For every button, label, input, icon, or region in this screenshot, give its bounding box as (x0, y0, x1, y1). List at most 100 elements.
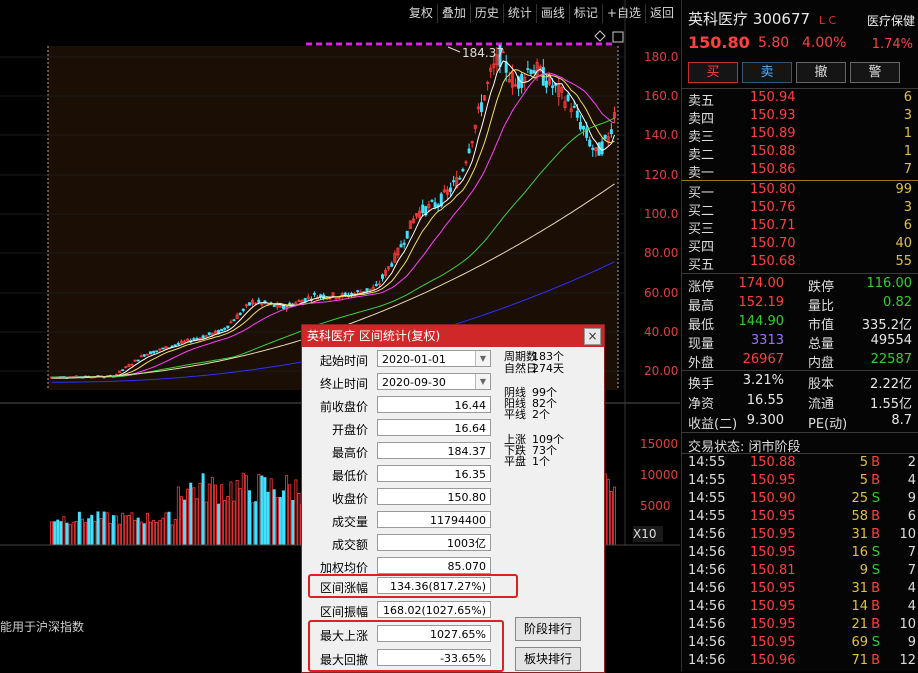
candle-body (433, 202, 437, 208)
volume-bar (152, 519, 156, 546)
stat-row: 平盘 1个 (504, 456, 550, 467)
field-value-text: 168.02(1027.65%) (382, 604, 486, 617)
candle-body (207, 332, 211, 336)
tick-price: 150.90 (750, 491, 796, 506)
volume-bar (62, 516, 66, 546)
volume-bar (220, 484, 224, 546)
ask-price: 150.86 (750, 162, 796, 177)
volume-bar (59, 521, 63, 546)
ask-label: 卖一 (688, 166, 715, 181)
tick-time: 14:55 (688, 509, 726, 524)
buy-button[interactable]: 买 (688, 62, 738, 83)
tick-price: 150.95 (750, 527, 796, 542)
ask-row[interactable]: 卖一 150.86 7 (688, 162, 912, 181)
ask-price: 150.89 (750, 126, 796, 141)
ask-row[interactable]: 卖四 150.93 3 (688, 108, 912, 127)
candle-body (578, 122, 582, 130)
price-change-pct: 4.00% (802, 35, 847, 51)
cancel-order-button[interactable]: 撤 (796, 62, 846, 83)
volume-axis-label: 15000 (640, 437, 679, 451)
candle-body (136, 359, 140, 362)
bid-row[interactable]: 买四 150.70 40 (688, 236, 912, 255)
field-label: 收盘价 (331, 492, 368, 506)
volume-bar (226, 495, 230, 546)
tick-row: 14:56 150.95 69 S 9 (688, 635, 916, 653)
trade-state: 交易状态: 闭市阶段 (688, 440, 801, 455)
quote-label: 量比 (808, 299, 835, 314)
candle-body (356, 290, 360, 293)
tick-time: 14:56 (688, 599, 726, 614)
tick-row: 14:56 150.81 9 S 7 (688, 563, 916, 581)
chevron-down-icon[interactable]: ▼ (475, 374, 490, 389)
volume-bar (612, 486, 616, 546)
volume-axis-label: 5000 (640, 499, 671, 513)
range-handle-diamond (594, 30, 606, 42)
ask-label: 卖四 (688, 112, 715, 127)
tick-count: 6 (907, 509, 916, 524)
chevron-down-icon[interactable]: ▼ (475, 351, 490, 366)
sector-ranking-button[interactable]: 板块排行 (515, 647, 581, 671)
field-value: 16.64 (377, 419, 491, 436)
quote-value: 1.55亿 (870, 397, 912, 412)
alert-button[interactable]: 警 (850, 62, 900, 83)
tick-price: 150.95 (750, 581, 796, 596)
sector-label[interactable]: 医疗保健 (867, 12, 915, 29)
volume-bar (155, 521, 159, 546)
tick-side: S (871, 563, 880, 578)
field-value-text: 1003亿 (447, 537, 486, 550)
candle-body (201, 335, 205, 339)
quote-label: 最高 (688, 299, 715, 314)
ask-row[interactable]: 卖五 150.94 6 (688, 90, 912, 109)
candle-body (430, 200, 434, 202)
volume-bar (238, 488, 242, 546)
candle-body (343, 292, 347, 295)
volume-bar (121, 512, 125, 546)
volume-bar (111, 515, 115, 546)
candle-body (195, 338, 199, 340)
price-axis-label: 140.0 (644, 128, 679, 142)
stock-flag: L C (818, 14, 837, 27)
bid-price: 150.71 (750, 218, 796, 233)
bid-row[interactable]: 买二 150.76 3 (688, 200, 912, 219)
volume-bar (108, 523, 112, 546)
dialog-title-bar[interactable]: 英科医疗 区间统计(复权) × (302, 325, 604, 347)
bid-label: 买一 (688, 186, 715, 201)
bid-row[interactable]: 买五 150.68 55 (688, 254, 912, 273)
date-picker[interactable]: 2020-01-01 ▼ (377, 350, 491, 367)
bid-row[interactable]: 买三 150.71 6 (688, 218, 912, 237)
volume-bar (217, 503, 221, 546)
bid-row[interactable]: 买一 150.80 99 (688, 182, 912, 201)
ask-label: 卖二 (688, 148, 715, 163)
field-value-text: 2020-09-30 (382, 376, 446, 389)
ask-volume: 7 (903, 162, 912, 177)
volume-multiplier-label[interactable]: X10 (633, 526, 663, 542)
volume-bar (170, 524, 174, 546)
candle-body (544, 80, 548, 88)
volume-bar (161, 517, 165, 546)
tick-price: 150.88 (750, 455, 796, 470)
ask-row[interactable]: 卖二 150.88 1 (688, 144, 912, 163)
field-value-text: 2020-01-01 (382, 353, 446, 366)
candle-body (458, 177, 462, 180)
price-axis-label: 80.00 (644, 246, 679, 260)
stat-value: 1个 (532, 455, 550, 468)
candle-body (452, 180, 456, 183)
date-picker[interactable]: 2020-09-30 ▼ (377, 373, 491, 390)
candle-body (257, 299, 261, 303)
volume-bar (278, 497, 282, 546)
tick-side: S (871, 491, 880, 506)
volume-bar (288, 484, 292, 546)
tick-side: B (871, 455, 880, 470)
tick-price: 150.95 (750, 509, 796, 524)
stage-ranking-button[interactable]: 阶段排行 (515, 617, 581, 641)
quote-value: 116.00 (866, 276, 913, 291)
tick-time: 14:56 (688, 563, 726, 578)
sell-button[interactable]: 卖 (742, 62, 792, 83)
candle-body (232, 319, 236, 322)
volume-bar (213, 484, 217, 546)
stat-row: 自然日274天 (504, 363, 564, 374)
close-icon[interactable]: × (584, 328, 601, 345)
tick-count: 7 (907, 563, 916, 578)
bid-volume: 55 (895, 254, 912, 269)
ask-row[interactable]: 卖三 150.89 1 (688, 126, 912, 145)
